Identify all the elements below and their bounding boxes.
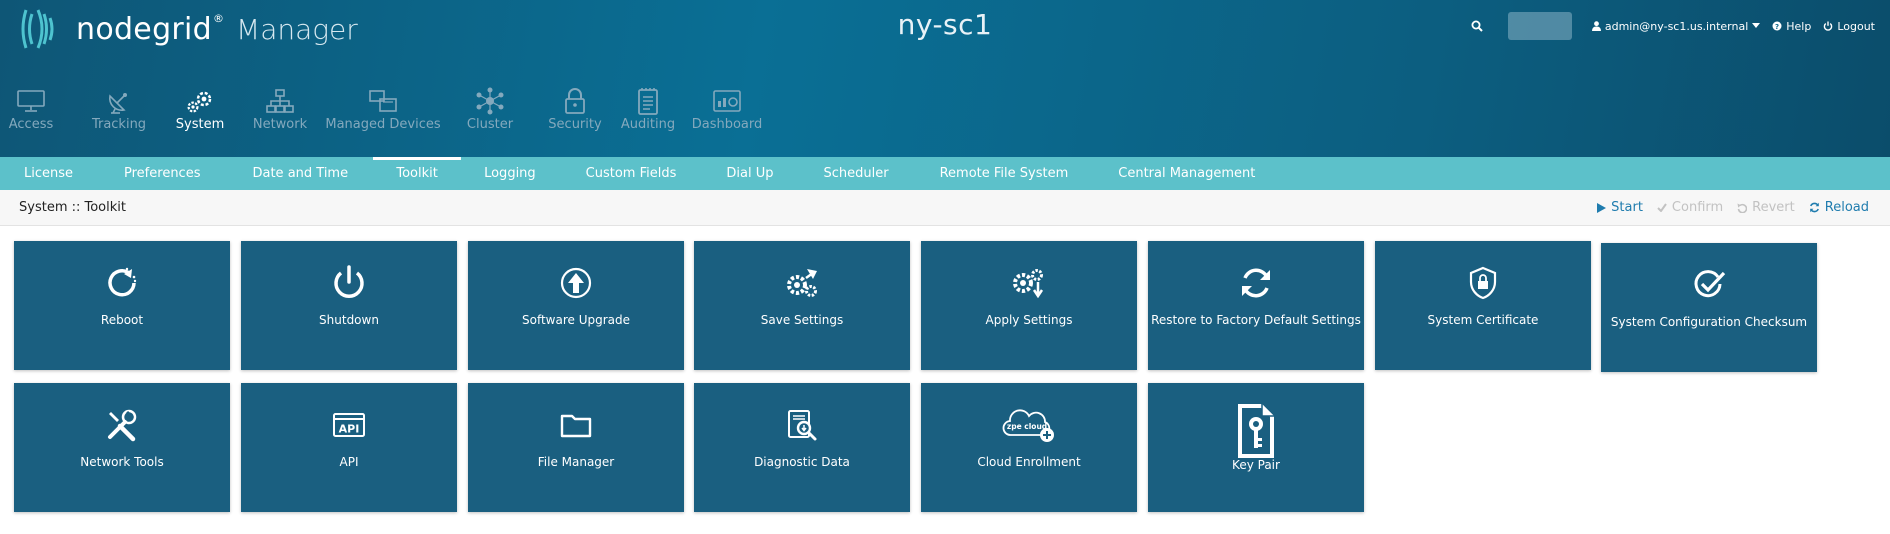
nav-network[interactable]: Network bbox=[245, 86, 315, 142]
key-icon bbox=[1226, 402, 1286, 460]
nav-tracking[interactable]: Tracking bbox=[74, 86, 164, 142]
tab-remote-file-system[interactable]: Remote File System bbox=[940, 157, 1069, 190]
checksum-icon bbox=[1679, 265, 1739, 305]
tab-preferences[interactable]: Preferences bbox=[124, 157, 200, 190]
user-name: admin@ny-sc1.us.internal bbox=[1604, 19, 1749, 33]
tab-central-management[interactable]: Central Management bbox=[1118, 157, 1255, 190]
tab-custom-fields[interactable]: Custom Fields bbox=[586, 157, 677, 190]
tab-logging[interactable]: Logging bbox=[484, 157, 536, 190]
cloud-icon-text: zpe cloud bbox=[1007, 422, 1047, 431]
network-icon bbox=[264, 86, 296, 116]
file-manager-tile[interactable]: File Manager bbox=[468, 383, 684, 512]
search-input[interactable] bbox=[1507, 12, 1572, 40]
satellite-dish-icon bbox=[103, 86, 135, 116]
nav-security[interactable]: Security bbox=[544, 86, 606, 142]
cloud-enroll-icon: zpe cloud bbox=[999, 405, 1059, 445]
revert-button[interactable]: Revert bbox=[1737, 200, 1795, 215]
apply-settings-tile[interactable]: Apply Settings bbox=[921, 241, 1137, 370]
shield-lock-icon bbox=[1453, 263, 1513, 303]
undo-icon bbox=[1737, 203, 1748, 213]
upgrade-arrow-icon bbox=[546, 263, 606, 303]
refresh-icon bbox=[1809, 202, 1819, 213]
user-menu[interactable]: admin@ny-sc1.us.internal bbox=[1591, 19, 1761, 33]
save-gears-icon bbox=[772, 263, 832, 303]
help-icon: ? bbox=[1772, 21, 1782, 31]
reboot-icon bbox=[92, 263, 152, 303]
nav-auditing[interactable]: Auditing bbox=[616, 86, 680, 142]
search-icon[interactable] bbox=[1466, 15, 1488, 37]
save-settings-tile[interactable]: Save Settings bbox=[694, 241, 910, 370]
help-link[interactable]: ? Help bbox=[1772, 20, 1811, 33]
tab-scheduler[interactable]: Scheduler bbox=[824, 157, 889, 190]
tab-date-and-time[interactable]: Date and Time bbox=[252, 157, 348, 190]
nav-cluster[interactable]: Cluster bbox=[460, 86, 520, 142]
check-icon bbox=[1657, 203, 1667, 212]
cloud-enrollment-tile[interactable]: zpe cloud Cloud Enrollment bbox=[921, 383, 1137, 512]
svg-text:API: API bbox=[339, 423, 360, 436]
network-tools-tile[interactable]: Network Tools bbox=[14, 383, 230, 512]
key-pair-tile[interactable]: Key Pair bbox=[1148, 383, 1364, 512]
nav-dashboard[interactable]: Dashboard bbox=[688, 86, 766, 142]
managed-devices-icon bbox=[367, 86, 399, 116]
gears-icon bbox=[184, 86, 216, 116]
system-certificate-tile[interactable]: System Certificate bbox=[1375, 241, 1591, 370]
system-configuration-checksum-tile[interactable]: System Configuration Checksum bbox=[1601, 243, 1817, 372]
diagnostic-data-tile[interactable]: Diagnostic Data bbox=[694, 383, 910, 512]
sub-nav: License Preferences Date and Time Toolki… bbox=[0, 157, 1890, 190]
api-icon: API bbox=[319, 405, 379, 445]
top-right-toolbar: admin@ny-sc1.us.internal ? Help Logout bbox=[1466, 12, 1875, 40]
folder-icon bbox=[546, 405, 606, 445]
cluster-icon bbox=[474, 86, 506, 116]
dashboard-icon bbox=[711, 86, 743, 116]
caret-down-icon bbox=[1752, 23, 1761, 28]
tab-toolkit[interactable]: Toolkit bbox=[373, 157, 462, 190]
confirm-button[interactable]: Confirm bbox=[1657, 200, 1723, 215]
top-header: nodegrid ® Manager ny-sc1 admin@ny-sc1.u… bbox=[0, 0, 1890, 157]
apply-gears-icon bbox=[999, 263, 1059, 303]
monitor-icon bbox=[15, 86, 47, 116]
play-icon bbox=[1597, 202, 1607, 213]
main-nav: Access Tracking System Network Managed D… bbox=[0, 86, 766, 142]
lock-icon bbox=[559, 86, 591, 116]
reboot-tile[interactable]: Reboot bbox=[14, 241, 230, 370]
logout-label: Logout bbox=[1837, 19, 1875, 33]
reload-button[interactable]: Reload bbox=[1809, 200, 1869, 215]
software-upgrade-tile[interactable]: Software Upgrade bbox=[468, 241, 684, 370]
shutdown-tile[interactable]: Shutdown bbox=[241, 241, 457, 370]
diagnostic-icon bbox=[772, 405, 832, 445]
clipboard-icon bbox=[632, 86, 664, 116]
logout-link[interactable]: Logout bbox=[1823, 20, 1875, 33]
page-header-bar: System :: Toolkit Start Confirm Revert R… bbox=[0, 190, 1890, 226]
restore-icon bbox=[1226, 263, 1286, 303]
help-label: Help bbox=[1786, 19, 1812, 33]
svg-text:?: ? bbox=[1775, 23, 1779, 31]
restore-factory-tile[interactable]: Restore to Factory Default Settings bbox=[1148, 241, 1364, 370]
nav-access[interactable]: Access bbox=[0, 86, 62, 142]
api-tile[interactable]: API API bbox=[241, 383, 457, 512]
tab-license[interactable]: License bbox=[24, 157, 73, 190]
tools-icon bbox=[92, 405, 152, 445]
breadcrumb: System :: Toolkit bbox=[19, 200, 126, 215]
nav-managed-devices[interactable]: Managed Devices bbox=[325, 86, 441, 142]
tab-dial-up[interactable]: Dial Up bbox=[726, 157, 773, 190]
user-icon bbox=[1591, 21, 1601, 31]
power-icon bbox=[1824, 21, 1833, 31]
nav-system[interactable]: System bbox=[167, 86, 233, 142]
start-button[interactable]: Start bbox=[1597, 200, 1643, 215]
power-icon bbox=[319, 263, 379, 303]
page-actions: Start Confirm Revert Reload bbox=[1597, 200, 1869, 215]
